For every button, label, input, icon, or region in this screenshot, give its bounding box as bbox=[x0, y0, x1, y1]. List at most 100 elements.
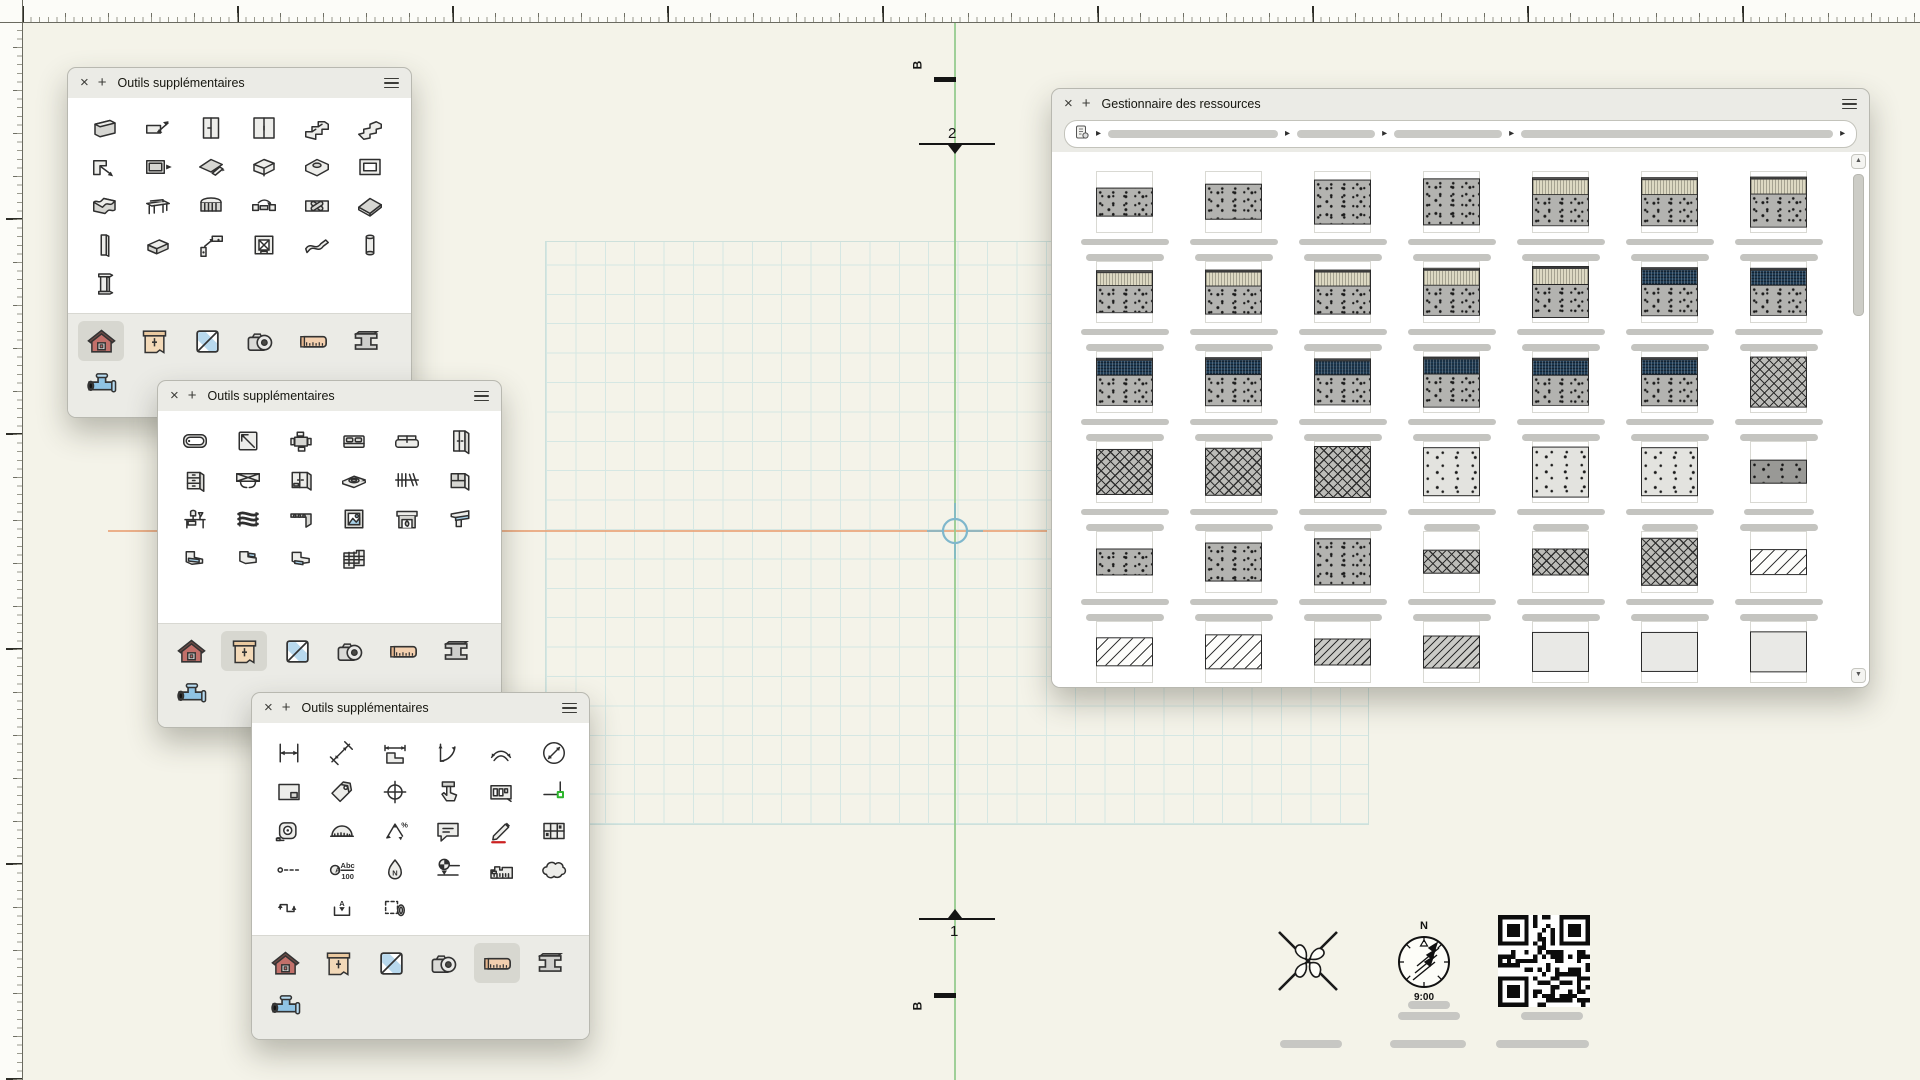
palette-tab-camera[interactable] bbox=[327, 631, 373, 671]
tool-dresser[interactable] bbox=[168, 460, 221, 499]
tool-column-round[interactable] bbox=[343, 225, 396, 264]
resource-item[interactable] bbox=[1179, 531, 1288, 621]
resource-item[interactable] bbox=[1506, 621, 1615, 687]
tool-dot-leader[interactable] bbox=[262, 850, 315, 889]
section-flag-bottom[interactable]: B bbox=[913, 997, 933, 1017]
tool-dim-linear[interactable] bbox=[262, 733, 315, 772]
resource-item[interactable] bbox=[1070, 441, 1179, 531]
resource-item[interactable] bbox=[1506, 261, 1615, 351]
tool-letter-drop[interactable]: A bbox=[315, 889, 368, 928]
tool-center-point[interactable] bbox=[368, 772, 421, 811]
tool-sofa[interactable] bbox=[380, 421, 433, 460]
resource-item[interactable] bbox=[1397, 531, 1506, 621]
breadcrumb-item-placeholder[interactable] bbox=[1394, 130, 1502, 138]
tool-fence[interactable] bbox=[184, 186, 237, 225]
menu-icon[interactable] bbox=[1842, 99, 1857, 110]
resource-item[interactable] bbox=[1724, 441, 1833, 531]
add-icon[interactable]: + bbox=[188, 389, 197, 403]
tool-revision-cloud[interactable] bbox=[527, 850, 580, 889]
palette-tab-ruler[interactable] bbox=[474, 943, 520, 983]
palette-tab-cabinet[interactable] bbox=[221, 631, 267, 671]
tool-hotspot[interactable] bbox=[527, 772, 580, 811]
tool-slab-corner[interactable] bbox=[237, 147, 290, 186]
tool-monitor-marker[interactable] bbox=[131, 147, 184, 186]
tool-fireplace[interactable] bbox=[380, 499, 433, 538]
tool-north-drop[interactable]: N bbox=[368, 850, 421, 889]
resource-item[interactable] bbox=[1724, 621, 1833, 687]
tool-stair-path[interactable] bbox=[262, 889, 315, 928]
tool-text-scale[interactable]: AAbc100 bbox=[315, 850, 368, 889]
palette-tab-house[interactable] bbox=[262, 943, 308, 983]
tool-dim-angle[interactable] bbox=[421, 733, 474, 772]
tool-roof-hip[interactable] bbox=[343, 186, 396, 225]
tool-dim-elevation[interactable] bbox=[368, 733, 421, 772]
resource-item[interactable] bbox=[1615, 171, 1724, 261]
resource-item[interactable] bbox=[1506, 531, 1615, 621]
tool-stairs-turn[interactable] bbox=[343, 108, 396, 147]
section-flag-top-bar[interactable] bbox=[934, 77, 956, 82]
section-flag-top[interactable]: B bbox=[913, 56, 933, 76]
tool-wall-segment[interactable] bbox=[78, 108, 131, 147]
add-icon[interactable]: + bbox=[282, 701, 291, 715]
resource-item[interactable] bbox=[1397, 441, 1506, 531]
tool-protractor[interactable] bbox=[315, 811, 368, 850]
tool-link-selection[interactable] bbox=[368, 889, 421, 928]
tool-sink-corner[interactable] bbox=[433, 499, 486, 538]
palette-tab-cabinet[interactable] bbox=[131, 321, 177, 361]
breadcrumb-item-placeholder[interactable] bbox=[1297, 130, 1375, 138]
palette-titlebar[interactable]: ×+Outils supplémentaires bbox=[68, 68, 411, 98]
close-icon[interactable]: × bbox=[170, 389, 179, 403]
palette-tab-pipe[interactable] bbox=[78, 363, 124, 403]
tool-roof-edit[interactable] bbox=[184, 147, 237, 186]
resource-item[interactable] bbox=[1179, 261, 1288, 351]
tool-picture-frame[interactable] bbox=[327, 499, 380, 538]
menu-icon[interactable] bbox=[474, 391, 489, 402]
palette-tab-house[interactable] bbox=[168, 631, 214, 671]
tool-bed-double[interactable] bbox=[327, 421, 380, 460]
palette-tab-window[interactable] bbox=[274, 631, 320, 671]
resource-item[interactable] bbox=[1288, 441, 1397, 531]
tool-tile-grid[interactable] bbox=[327, 538, 380, 577]
resource-item[interactable] bbox=[1506, 171, 1615, 261]
resource-item[interactable] bbox=[1070, 261, 1179, 351]
tool-wardrobe-tall[interactable] bbox=[433, 421, 486, 460]
tool-washbasin-front[interactable] bbox=[168, 538, 221, 577]
resource-item[interactable] bbox=[1615, 531, 1724, 621]
resource-item[interactable] bbox=[1179, 171, 1288, 261]
tool-closet-plan[interactable] bbox=[221, 460, 274, 499]
tool-brick-block[interactable] bbox=[131, 225, 184, 264]
palette-tab-ibeam[interactable] bbox=[343, 321, 389, 361]
elevation-marker-top-arrow-icon[interactable] bbox=[948, 145, 962, 154]
tool-slab-opening[interactable] bbox=[290, 147, 343, 186]
elevation-marker-bottom-arrow-icon[interactable] bbox=[948, 909, 962, 918]
tool-text-note[interactable] bbox=[421, 811, 474, 850]
qr-code-symbol[interactable] bbox=[1498, 915, 1590, 1007]
palette-tab-ibeam[interactable] bbox=[527, 943, 573, 983]
tool-shower-cabin[interactable] bbox=[221, 421, 274, 460]
palette-tab-window[interactable] bbox=[368, 943, 414, 983]
resource-item[interactable] bbox=[1070, 531, 1179, 621]
tool-ruler-notch[interactable] bbox=[474, 850, 527, 889]
elevation-marker-bottom-line[interactable] bbox=[919, 918, 995, 920]
breadcrumb-item-placeholder[interactable] bbox=[1521, 130, 1833, 138]
tool-slope-percent[interactable]: % bbox=[368, 811, 421, 850]
tool-frame-panel[interactable] bbox=[343, 147, 396, 186]
tool-shaft-box[interactable] bbox=[237, 225, 290, 264]
resource-item[interactable] bbox=[1615, 441, 1724, 531]
tool-detail-jump[interactable] bbox=[184, 225, 237, 264]
tool-towel-radiator[interactable] bbox=[221, 499, 274, 538]
elevation-marker-top-number[interactable]: 2 bbox=[948, 126, 956, 141]
resource-item[interactable] bbox=[1179, 621, 1288, 687]
tool-formwork-table[interactable] bbox=[131, 186, 184, 225]
tool-panel-stretch[interactable] bbox=[131, 108, 184, 147]
tool-washbasin-left[interactable] bbox=[274, 538, 327, 577]
resource-item[interactable] bbox=[1179, 351, 1288, 441]
palette-tab-camera[interactable] bbox=[237, 321, 283, 361]
close-icon[interactable]: × bbox=[80, 76, 89, 90]
tool-sideboard[interactable] bbox=[433, 460, 486, 499]
tool-label-tag[interactable] bbox=[315, 772, 368, 811]
resource-item[interactable] bbox=[1615, 261, 1724, 351]
resource-item[interactable] bbox=[1724, 531, 1833, 621]
menu-icon[interactable] bbox=[384, 78, 399, 89]
resource-item[interactable] bbox=[1288, 351, 1397, 441]
